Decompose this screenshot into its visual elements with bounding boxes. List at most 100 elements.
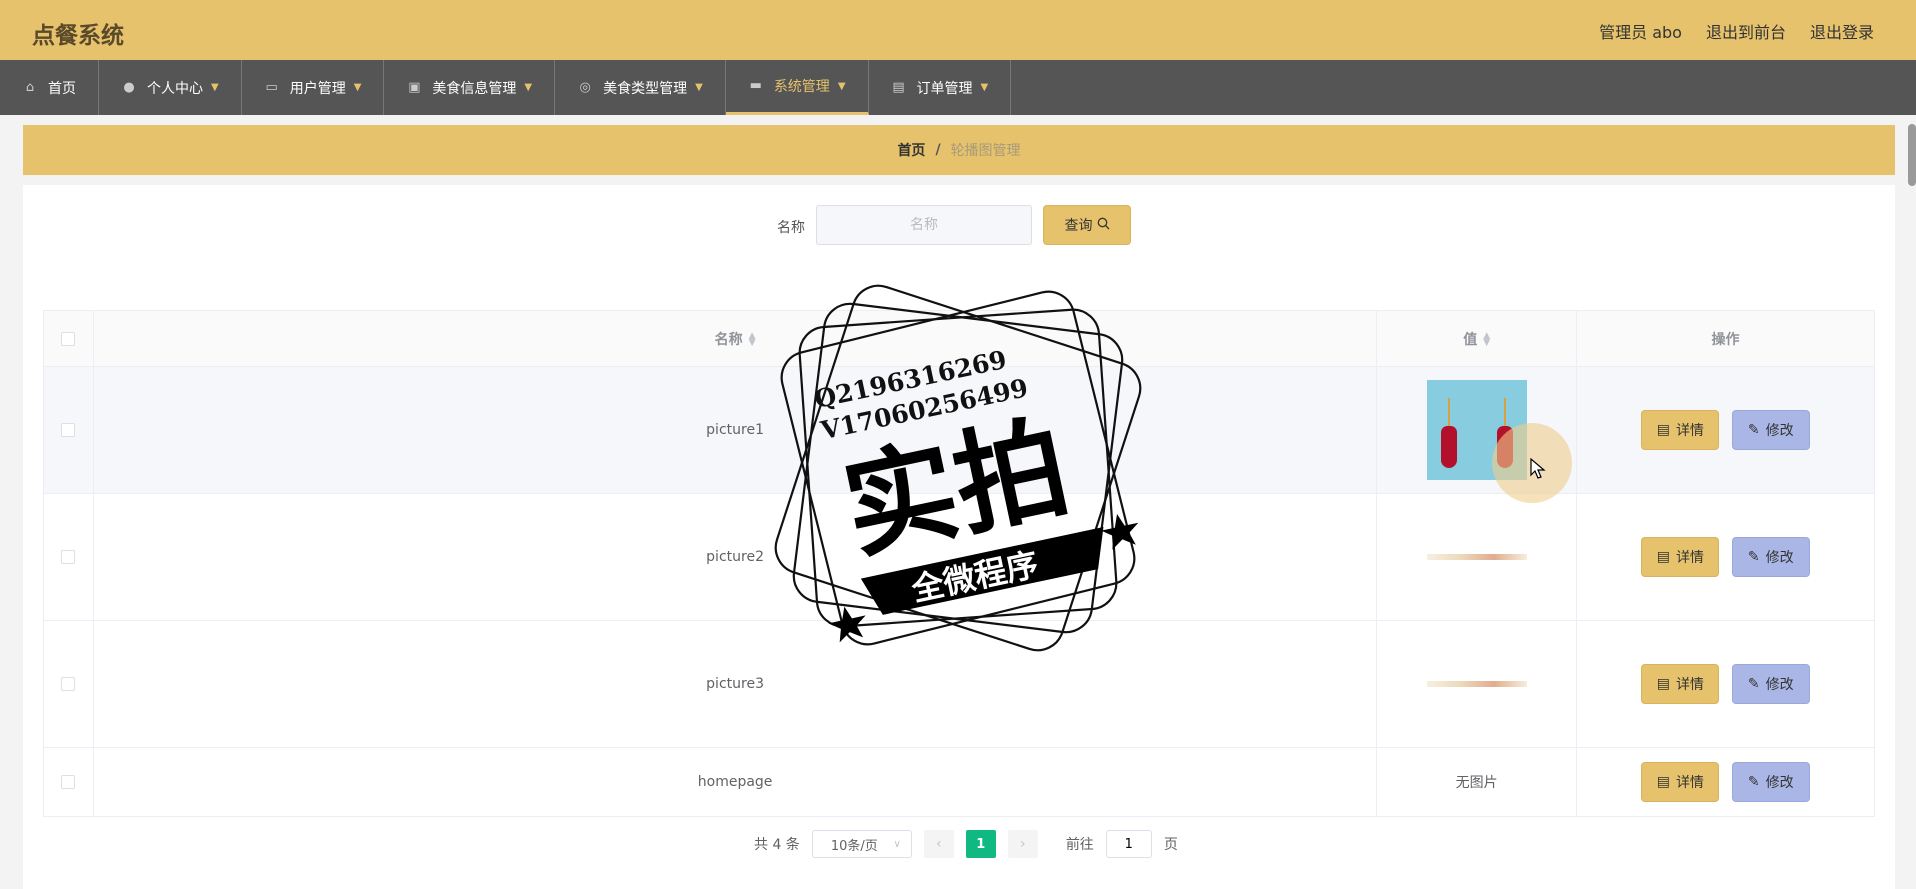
page-number-current[interactable]: 1 <box>965 830 996 858</box>
nav-item-orders[interactable]: ▤ 订单管理 ▼ <box>869 60 1012 115</box>
edit-button[interactable]: ✎ 修改 <box>1731 664 1810 704</box>
home-icon: ⌂ <box>25 79 35 95</box>
search-label: 名称 <box>777 220 805 236</box>
detail-button-label: 详情 <box>1675 677 1704 693</box>
pencil-icon: ✎ <box>1747 422 1760 438</box>
edit-button[interactable]: ✎ 修改 <box>1731 410 1810 450</box>
main-nav: ⌂ 首页 ● 个人中心 ▼ ▭ 用户管理 ▼ ▣ 美食信息管理 ▼ ◎ 美食类型… <box>0 60 1916 115</box>
select-all-checkbox[interactable] <box>61 331 76 346</box>
sort-icon[interactable]: ▲ ▼ <box>1483 331 1490 347</box>
chevron-down-icon: ▼ <box>837 80 846 92</box>
chevron-down-icon: ▼ <box>980 82 989 93</box>
nav-label: 系统管理 <box>773 79 830 95</box>
goto-page-input[interactable] <box>1105 830 1152 858</box>
document-icon: ▤ <box>1656 774 1670 790</box>
nav-item-home[interactable]: ⌂ 首页 <box>0 60 99 115</box>
edit-button[interactable]: ✎ 修改 <box>1731 762 1810 802</box>
page-scrollbar[interactable] <box>1908 124 1916 186</box>
page-size-value: 10条/页 <box>830 838 878 854</box>
nav-item-system[interactable]: ▬ 系统管理 ▼ <box>725 60 869 115</box>
query-button-label: 查询 <box>1064 218 1093 234</box>
pencil-icon: ✎ <box>1747 549 1760 565</box>
row-checkbox[interactable] <box>61 775 76 789</box>
pagination-total: 共 4 条 <box>754 837 800 853</box>
header-actions: 操作 <box>1576 310 1875 367</box>
exit-to-front-link[interactable]: 退出到前台 <box>1706 19 1786 43</box>
detail-button-label: 详情 <box>1675 550 1704 566</box>
row-name: homepage <box>92 747 1378 817</box>
breadcrumb-home[interactable]: 首页 <box>897 140 925 160</box>
row-thumbnail-image[interactable] <box>1426 380 1527 480</box>
page-size-select[interactable]: 10条/页 ∨ <box>811 830 912 858</box>
user-icon: ● <box>123 79 135 95</box>
header-value-label: 值 <box>1463 331 1478 348</box>
nav-item-food-type[interactable]: ◎ 美食类型管理 ▼ <box>555 60 726 115</box>
table-row: homepage 无图片 ▤ 详情 ✎ 修改 <box>43 747 1875 817</box>
nav-label: 美食类型管理 <box>603 80 688 97</box>
current-user-label[interactable]: 管理员 abo <box>1599 19 1682 43</box>
chevron-right-icon: › <box>1020 836 1026 852</box>
table-row: picture2 ▤ 详情 ✎ 修改 <box>43 493 1875 621</box>
row-actions: ▤ 详情 ✎ 修改 <box>1576 493 1875 621</box>
app-title: 点餐系统 <box>32 23 124 49</box>
row-actions: ▤ 详情 ✎ 修改 <box>1576 620 1875 748</box>
detail-button[interactable]: ▤ 详情 <box>1641 664 1720 704</box>
chat-icon: ▭ <box>265 79 278 95</box>
header-name-label: 名称 <box>714 331 743 348</box>
row-value-text: 无图片 <box>1376 747 1578 817</box>
edit-button[interactable]: ✎ 修改 <box>1731 537 1810 577</box>
logout-link[interactable]: 退出登录 <box>1810 19 1874 43</box>
row-name: picture1 <box>92 366 1378 494</box>
document-icon: ▤ <box>1656 422 1670 438</box>
row-thumbnail-image[interactable] <box>1426 554 1527 560</box>
row-checkbox[interactable] <box>61 550 76 564</box>
breadcrumb-separator: / <box>935 142 941 158</box>
row-name: picture2 <box>92 493 1378 621</box>
detail-button[interactable]: ▤ 详情 <box>1641 762 1720 802</box>
chevron-down-icon: ▼ <box>524 82 533 93</box>
search-icon <box>1097 217 1110 234</box>
chevron-down-icon: ∨ <box>893 838 901 850</box>
row-actions: ▤ 详情 ✎ 修改 <box>1576 747 1875 817</box>
edit-button-label: 修改 <box>1765 423 1794 439</box>
table-header-row: 名称 ▲ ▼ 值 ▲ ▼ 操作 <box>43 310 1875 367</box>
compass-icon: ◎ <box>579 79 591 95</box>
detail-button[interactable]: ▤ 详情 <box>1641 537 1720 577</box>
table-row: picture3 ▤ 详情 ✎ 修改 <box>43 620 1875 748</box>
pagination: 共 4 条 10条/页 ∨ ‹ 1 › 前往 页 <box>754 830 1178 858</box>
chevron-down-icon: ▼ <box>353 82 362 93</box>
top-header: 点餐系统 管理员 abo 退出到前台 退出登录 <box>0 0 1916 60</box>
search-input[interactable] <box>816 205 1032 245</box>
row-checkbox[interactable] <box>61 423 76 437</box>
next-page-button[interactable]: › <box>1007 830 1038 858</box>
row-checkbox[interactable] <box>61 677 76 691</box>
nav-item-personal[interactable]: ● 个人中心 ▼ <box>99 60 242 115</box>
goto-prefix: 前往 <box>1065 837 1094 853</box>
pencil-icon: ✎ <box>1747 676 1760 692</box>
row-name: picture3 <box>92 620 1378 748</box>
chevron-down-icon: ▼ <box>695 82 703 93</box>
edit-button-label: 修改 <box>1765 677 1794 693</box>
top-links: 管理员 abo 退出到前台 退出登录 <box>1599 19 1874 43</box>
goto-suffix: 页 <box>1163 837 1178 853</box>
document-icon: ▤ <box>892 79 905 95</box>
detail-button-label: 详情 <box>1675 775 1704 791</box>
nav-item-users[interactable]: ▭ 用户管理 ▼ <box>242 60 385 115</box>
header-value[interactable]: 值 ▲ ▼ <box>1376 310 1578 367</box>
breadcrumb: 首页 / 轮播图管理 <box>23 125 1895 175</box>
row-thumbnail-image[interactable] <box>1426 681 1527 687</box>
detail-button[interactable]: ▤ 详情 <box>1641 410 1720 450</box>
row-value <box>1376 366 1578 494</box>
nav-item-food-info[interactable]: ▣ 美食信息管理 ▼ <box>384 60 556 115</box>
query-button[interactable]: 查询 <box>1043 205 1131 245</box>
header-name[interactable]: 名称 ▲ ▼ <box>92 310 1378 367</box>
document-icon: ▤ <box>1656 676 1670 692</box>
nav-label: 个人中心 <box>147 80 203 97</box>
prev-page-button[interactable]: ‹ <box>923 830 954 858</box>
document-icon: ▤ <box>1656 549 1670 565</box>
row-value <box>1376 493 1578 621</box>
nav-label: 用户管理 <box>289 80 346 97</box>
sort-icon[interactable]: ▲ ▼ <box>749 331 756 347</box>
pencil-icon: ✎ <box>1747 774 1760 790</box>
nav-label: 订单管理 <box>916 80 973 97</box>
